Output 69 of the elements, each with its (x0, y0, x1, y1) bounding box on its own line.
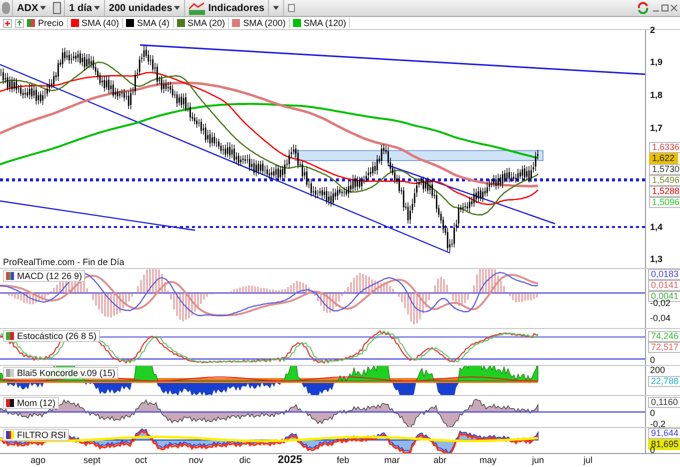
period-dropdown[interactable]: 1 día (64, 0, 104, 16)
axis-tick-label: -0,04 (650, 314, 671, 323)
axis-tick-label: jun (532, 455, 544, 466)
axis-tick-label: 1,7 (650, 124, 663, 133)
indicator-label[interactable]: Mom (12) (3, 397, 59, 409)
indicator-icon (6, 332, 14, 340)
axis-tick-label: 1,8 (650, 91, 663, 100)
axis-tick-label: 2 (650, 26, 656, 35)
indicator-label[interactable]: MACD (12 26 9) (3, 270, 86, 282)
window-controls-icon[interactable] (652, 4, 678, 12)
axis-tick-label: feb (336, 455, 350, 466)
caret-icon (94, 6, 100, 10)
value-tag: 1,5096 (649, 197, 680, 208)
value-tag: 1,622 (649, 153, 678, 164)
legend-label[interactable]: SMA (120) (304, 18, 350, 28)
legend-label[interactable]: SMA (200) (243, 18, 290, 28)
indicator-label[interactable]: FILTRO RSI (3, 429, 69, 441)
axis-tick-label: sept (84, 455, 100, 466)
value-tag: 72,517 (648, 342, 680, 353)
axis-tick-label: jul (584, 455, 592, 466)
value-tag: 0,0041 (648, 291, 680, 302)
value-tag: 91,644 (648, 428, 680, 439)
arrow-up-icon[interactable] (15, 18, 24, 28)
axis-tick-label: 200 (650, 366, 666, 375)
indicator-icon (6, 369, 14, 377)
value-tag: 22,788 (648, 376, 680, 387)
legend-label[interactable]: SMA (4) (137, 18, 174, 28)
axis-tick-label: 1,4 (650, 223, 663, 232)
add-icon[interactable] (3, 18, 12, 28)
value-tag: 0,1160 (648, 397, 680, 408)
caret-icon (174, 6, 180, 10)
refresh-icon[interactable] (637, 2, 649, 14)
legend-label[interactable]: SMA (40) (82, 18, 124, 28)
legend-label[interactable]: SMA (20) (188, 18, 230, 28)
indicator-icon (6, 399, 14, 407)
axis-tick-label: mar (384, 455, 400, 466)
indicator-label[interactable]: Blai5 Koncorde v.09 (15) (3, 367, 118, 379)
chart-icon (189, 2, 206, 14)
value-tag: 0,0183 (648, 269, 680, 280)
axis-tick-label: oct (135, 455, 147, 466)
caret-icon (40, 6, 46, 10)
axis-tick-label: 2025 (278, 455, 302, 466)
axis-tick-label: abr (434, 455, 446, 466)
value-tag: 1,6336 (649, 142, 680, 153)
axis-tick-label: -0,02 (650, 299, 671, 308)
value-tag: 1,5730 (649, 164, 680, 175)
axis-tick-label: 0 (650, 356, 656, 365)
indicator-label[interactable]: Estocástico (26 8 5) (3, 330, 100, 342)
indicators-menu-button[interactable] (268, 0, 284, 16)
value-tag: 1,5288 (649, 186, 680, 197)
value-tag: 74,246 (648, 331, 680, 342)
symbol-dropdown[interactable]: ADX (12, 0, 50, 16)
axis-tick-label: dic (239, 455, 251, 466)
caret-icon (273, 6, 280, 10)
axis-tick-label: nov (188, 455, 204, 466)
axis-tick-label: -0,2 (650, 420, 666, 429)
indicator-icon (6, 272, 14, 280)
axis-tick-label: may (480, 455, 496, 466)
indicators-button[interactable]: Indicadores (184, 0, 268, 16)
data-source-label: ProRealTime.com - Fin de Día (3, 257, 124, 267)
value-tag: 1,5496 (649, 175, 680, 186)
value-tag: 0,0141 (648, 280, 680, 291)
axis-tick-label: 1,9 (650, 58, 663, 67)
indicator-icon (6, 431, 14, 439)
axis-tick-label: ago (30, 455, 46, 466)
units-dropdown[interactable]: 200 unidades (104, 0, 184, 16)
axis-tick-label: 0 (650, 409, 656, 418)
legend-label[interactable]: Precio (38, 18, 68, 28)
axis-tick-label: 1,3 (650, 255, 663, 264)
